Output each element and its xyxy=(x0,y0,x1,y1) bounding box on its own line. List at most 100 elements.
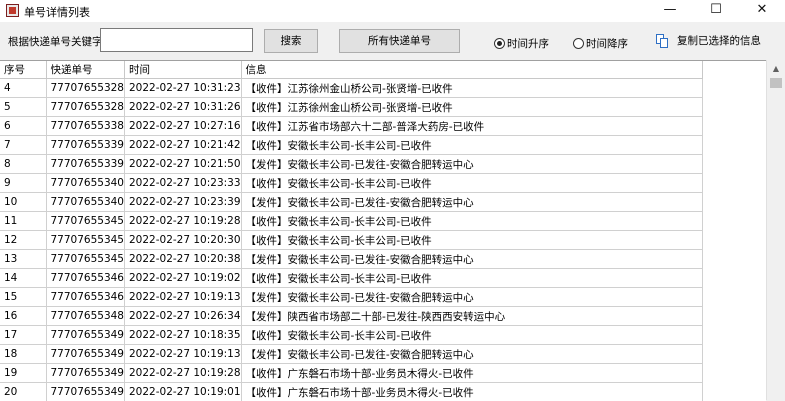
scroll-up-icon[interactable]: ▲ xyxy=(767,60,785,77)
column-header-index[interactable]: 序号 xyxy=(0,61,46,79)
cell-tracking-number: 77707655349 xyxy=(46,326,125,345)
cell-index: 20 xyxy=(0,383,46,401)
maximize-button[interactable]: ☐ xyxy=(693,0,739,22)
cell-time: 2022-02-27 10:19:01 xyxy=(125,383,242,401)
radio-unchecked-icon xyxy=(573,38,584,49)
cell-info: 【发件】安徽长丰公司-已发往-安徽合肥转运中心 xyxy=(241,345,702,364)
table-row[interactable]: 8777076553392022-02-27 10:21:50【发件】安徽长丰公… xyxy=(0,155,702,174)
cell-tracking-number: 77707655328 xyxy=(46,79,125,98)
app-icon xyxy=(6,4,19,17)
cell-tracking-number: 77707655346 xyxy=(46,269,125,288)
sort-asc-label: 时间升序 xyxy=(507,36,549,51)
cell-info: 【发件】安徽长丰公司-已发往-安徽合肥转运中心 xyxy=(241,155,702,174)
cell-tracking-number: 77707655345 xyxy=(46,212,125,231)
cell-time: 2022-02-27 10:18:35 xyxy=(125,326,242,345)
close-button[interactable]: ✕ xyxy=(739,0,785,22)
cell-time: 2022-02-27 10:19:28 xyxy=(125,364,242,383)
cell-info: 【收件】江苏省市场部六十二部-普泽大药房-已收件 xyxy=(241,117,702,136)
cell-info: 【发件】陕西省市场部二十部-已发往-陕西西安转运中心 xyxy=(241,307,702,326)
cell-tracking-number: 77707655328 xyxy=(46,98,125,117)
cell-time: 2022-02-27 10:20:30 xyxy=(125,231,242,250)
cell-index: 15 xyxy=(0,288,46,307)
sort-desc-radio[interactable]: 时间降序 xyxy=(573,36,628,51)
cell-index: 8 xyxy=(0,155,46,174)
cell-index: 14 xyxy=(0,269,46,288)
cell-tracking-number: 77707655338 xyxy=(46,117,125,136)
all-tracking-numbers-button[interactable]: 所有快递单号 xyxy=(339,29,460,53)
cell-info: 【收件】安徽长丰公司-长丰公司-已收件 xyxy=(241,326,702,345)
cell-index: 17 xyxy=(0,326,46,345)
cell-info: 【收件】江苏徐州金山桥公司-张贤增-已收件 xyxy=(241,79,702,98)
cell-index: 9 xyxy=(0,174,46,193)
table-header-row: 序号 快递单号 时间 信息 xyxy=(0,61,702,79)
cell-index: 19 xyxy=(0,364,46,383)
cell-index: 10 xyxy=(0,193,46,212)
cell-time: 2022-02-27 10:19:28 xyxy=(125,212,242,231)
copy-selected-label: 复制已选择的信息 xyxy=(677,33,761,48)
copy-icon xyxy=(656,34,670,48)
window-title: 单号详情列表 xyxy=(24,4,90,20)
cell-index: 12 xyxy=(0,231,46,250)
search-input[interactable] xyxy=(100,28,253,52)
cell-tracking-number: 77707655349 xyxy=(46,345,125,364)
table-row[interactable]: 18777076553492022-02-27 10:19:13【发件】安徽长丰… xyxy=(0,345,702,364)
table-row[interactable]: 11777076553452022-02-27 10:19:28【收件】安徽长丰… xyxy=(0,212,702,231)
cell-info: 【收件】江苏徐州金山桥公司-张贤增-已收件 xyxy=(241,98,702,117)
table-row[interactable]: 5777076553282022-02-27 10:31:26【收件】江苏徐州金… xyxy=(0,98,702,117)
table-row[interactable]: 9777076553402022-02-27 10:23:33【收件】安徽长丰公… xyxy=(0,174,702,193)
vertical-scrollbar[interactable]: ▲ xyxy=(766,60,785,400)
cell-index: 16 xyxy=(0,307,46,326)
sort-asc-radio[interactable]: 时间升序 xyxy=(494,36,549,51)
cell-time: 2022-02-27 10:31:26 xyxy=(125,98,242,117)
table-row[interactable]: 17777076553492022-02-27 10:18:35【收件】安徽长丰… xyxy=(0,326,702,345)
cell-info: 【收件】安徽长丰公司-长丰公司-已收件 xyxy=(241,136,702,155)
cell-info: 【收件】安徽长丰公司-长丰公司-已收件 xyxy=(241,212,702,231)
column-header-tracking-number[interactable]: 快递单号 xyxy=(46,61,125,79)
cell-tracking-number: 77707655339 xyxy=(46,136,125,155)
cell-info: 【收件】广东磐石市场十部-业务员木得火-已收件 xyxy=(241,383,702,401)
cell-tracking-number: 77707655348 xyxy=(46,307,125,326)
cell-info: 【发件】安徽长丰公司-已发往-安徽合肥转运中心 xyxy=(241,288,702,307)
table-row[interactable]: 13777076553452022-02-27 10:20:38【发件】安徽长丰… xyxy=(0,250,702,269)
cell-time: 2022-02-27 10:26:34 xyxy=(125,307,242,326)
cell-tracking-number: 77707655345 xyxy=(46,250,125,269)
column-header-info[interactable]: 信息 xyxy=(241,61,702,79)
cell-time: 2022-02-27 10:27:16 xyxy=(125,117,242,136)
cell-tracking-number: 77707655345 xyxy=(46,231,125,250)
copy-selected-button[interactable]: 复制已选择的信息 xyxy=(656,33,761,48)
sort-desc-label: 时间降序 xyxy=(586,36,628,51)
cell-time: 2022-02-27 10:21:42 xyxy=(125,136,242,155)
cell-time: 2022-02-27 10:31:23 xyxy=(125,79,242,98)
table-row[interactable]: 12777076553452022-02-27 10:20:30【收件】安徽长丰… xyxy=(0,231,702,250)
cell-index: 4 xyxy=(0,79,46,98)
table-row[interactable]: 6777076553382022-02-27 10:27:16【收件】江苏省市场… xyxy=(0,117,702,136)
cell-time: 2022-02-27 10:23:33 xyxy=(125,174,242,193)
title-bar: 单号详情列表 — ☐ ✕ xyxy=(0,0,785,22)
search-label: 根据快递单号关键字： xyxy=(8,34,113,49)
table-row[interactable]: 4777076553282022-02-27 10:31:23【收件】江苏徐州金… xyxy=(0,79,702,98)
cell-tracking-number: 77707655340 xyxy=(46,174,125,193)
cell-index: 11 xyxy=(0,212,46,231)
radio-checked-icon xyxy=(494,38,505,49)
cell-time: 2022-02-27 10:19:02 xyxy=(125,269,242,288)
cell-index: 7 xyxy=(0,136,46,155)
minimize-button[interactable]: — xyxy=(647,0,693,22)
table-row[interactable]: 14777076553462022-02-27 10:19:02【收件】安徽长丰… xyxy=(0,269,702,288)
table-row[interactable]: 19777076553492022-02-27 10:19:28【收件】广东磐石… xyxy=(0,364,702,383)
cell-time: 2022-02-27 10:21:50 xyxy=(125,155,242,174)
scroll-thumb[interactable] xyxy=(770,78,782,88)
cell-tracking-number: 77707655346 xyxy=(46,288,125,307)
cell-tracking-number: 77707655349 xyxy=(46,364,125,383)
search-button[interactable]: 搜索 xyxy=(264,29,318,53)
cell-time: 2022-02-27 10:20:38 xyxy=(125,250,242,269)
table-row[interactable]: 15777076553462022-02-27 10:19:13【发件】安徽长丰… xyxy=(0,288,702,307)
cell-index: 18 xyxy=(0,345,46,364)
cell-tracking-number: 77707655340 xyxy=(46,193,125,212)
table-row[interactable]: 16777076553482022-02-27 10:26:34【发件】陕西省市… xyxy=(0,307,702,326)
table-row[interactable]: 10777076553402022-02-27 10:23:39【发件】安徽长丰… xyxy=(0,193,702,212)
table-row[interactable]: 20777076553492022-02-27 10:19:01【收件】广东磐石… xyxy=(0,383,702,401)
data-grid: 序号 快递单号 时间 信息 4777076553282022-02-27 10:… xyxy=(0,60,766,401)
table-row[interactable]: 7777076553392022-02-27 10:21:42【收件】安徽长丰公… xyxy=(0,136,702,155)
column-header-time[interactable]: 时间 xyxy=(125,61,242,79)
cell-info: 【收件】安徽长丰公司-长丰公司-已收件 xyxy=(241,174,702,193)
